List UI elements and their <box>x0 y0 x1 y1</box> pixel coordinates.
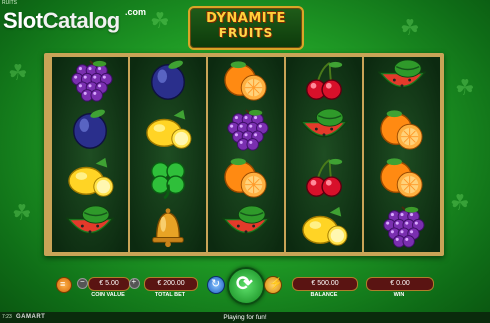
lemon-icon <box>302 206 348 246</box>
lemon-icon <box>146 109 192 149</box>
control-bar: ≡ − € 5.00 + COIN VALUE € 200.00 TOTAL B… <box>0 267 490 312</box>
grapes-symbol <box>52 57 128 105</box>
watermelon-symbol <box>364 57 440 105</box>
decrease-icon: − <box>80 277 85 286</box>
clover-icon: ☘ <box>8 60 28 85</box>
provider-brand: GAMART <box>16 314 46 320</box>
reel-2 <box>130 57 206 252</box>
menu-button[interactable]: ≡ <box>56 277 72 293</box>
clover-icon: ☘ <box>150 8 170 33</box>
watermelon-icon <box>299 107 349 137</box>
cherry-icon <box>306 158 343 197</box>
cherry-icon <box>306 61 343 100</box>
autoplay-icon: ↻ <box>211 278 221 290</box>
reel-5 <box>364 57 440 252</box>
orange-symbol <box>208 57 284 105</box>
plum-symbol <box>52 106 128 154</box>
coin-increase-button[interactable]: + <box>129 277 140 289</box>
increase-icon: + <box>131 277 137 286</box>
game-logo: DYNAMITE FRUITS <box>188 6 304 50</box>
lemon-symbol <box>130 106 206 154</box>
bell-symbol <box>130 203 206 251</box>
clover-icon: ☘ <box>400 15 420 40</box>
total-bet-label: TOTAL BET <box>154 292 186 298</box>
game-title-line2: FRUITS <box>218 26 274 40</box>
turbo-icon: ⚡ <box>269 278 283 290</box>
watermark-com: .com <box>125 7 147 17</box>
watermelon-icon <box>65 204 115 234</box>
autoplay-button[interactable]: ↻ <box>207 276 225 294</box>
watermelon-symbol <box>208 203 284 251</box>
status-bar: Playing for fun! <box>0 312 490 323</box>
grapes-icon <box>383 205 425 248</box>
cherry-symbol <box>286 57 362 105</box>
plum-symbol <box>130 57 206 105</box>
status-message: Playing for fun! <box>223 314 267 321</box>
total-bet-display: € 200.00 <box>144 277 198 291</box>
win-label: WIN <box>393 292 405 298</box>
coin-value-label: COIN VALUE <box>91 292 125 298</box>
grapes-icon <box>227 108 269 151</box>
menu-icon: ≡ <box>60 279 66 289</box>
reel-4 <box>286 57 362 252</box>
grapes-symbol <box>364 203 440 251</box>
orange-symbol <box>208 154 284 202</box>
orange-icon <box>380 158 423 198</box>
reel-3 <box>208 57 284 252</box>
orange-symbol <box>364 106 440 154</box>
orange-symbol <box>364 154 440 202</box>
reels-frame <box>44 53 444 256</box>
clover-icon: ☘ <box>12 200 32 225</box>
clock: 7:23 <box>2 314 12 320</box>
plum-icon <box>151 60 185 100</box>
corner-text: RUITS <box>2 0 17 6</box>
grapes-symbol <box>208 106 284 154</box>
bell-icon <box>152 207 184 247</box>
clover-symbol <box>130 154 206 202</box>
reel-1 <box>52 57 128 252</box>
clover-icon <box>151 161 185 200</box>
lemon-symbol <box>52 154 128 202</box>
plum-icon <box>73 109 107 149</box>
balance-display: € 500.00 <box>292 277 358 291</box>
balance-label: BALANCE <box>310 292 338 298</box>
watermelon-icon <box>221 204 271 234</box>
watermark: SlotCatalog .com <box>3 7 146 34</box>
lemon-symbol <box>286 203 362 251</box>
game-title-line1: DYNAMITE <box>206 11 286 26</box>
orange-icon <box>224 158 267 198</box>
spin-button[interactable]: ⟳ <box>227 267 265 305</box>
watermelon-symbol <box>286 106 362 154</box>
lemon-icon <box>68 157 114 197</box>
watermelon-symbol <box>52 203 128 251</box>
grapes-icon <box>71 60 113 102</box>
cherry-symbol <box>286 154 362 202</box>
clover-icon: ☘ <box>455 75 475 100</box>
orange-icon <box>380 109 423 150</box>
spin-icon: ⟳ <box>236 273 253 295</box>
orange-icon <box>224 61 267 101</box>
win-display: € 0.00 <box>366 277 434 291</box>
watermark-slot: Slot <box>3 8 43 33</box>
watermark-catalog: Catalog <box>42 8 121 33</box>
watermelon-icon <box>377 59 427 89</box>
coin-value-display: € 5.00 <box>88 277 130 291</box>
clover-icon: ☘ <box>450 190 470 215</box>
turbo-button[interactable]: ⚡ <box>264 276 283 294</box>
coin-decrease-button[interactable]: − <box>77 277 88 289</box>
